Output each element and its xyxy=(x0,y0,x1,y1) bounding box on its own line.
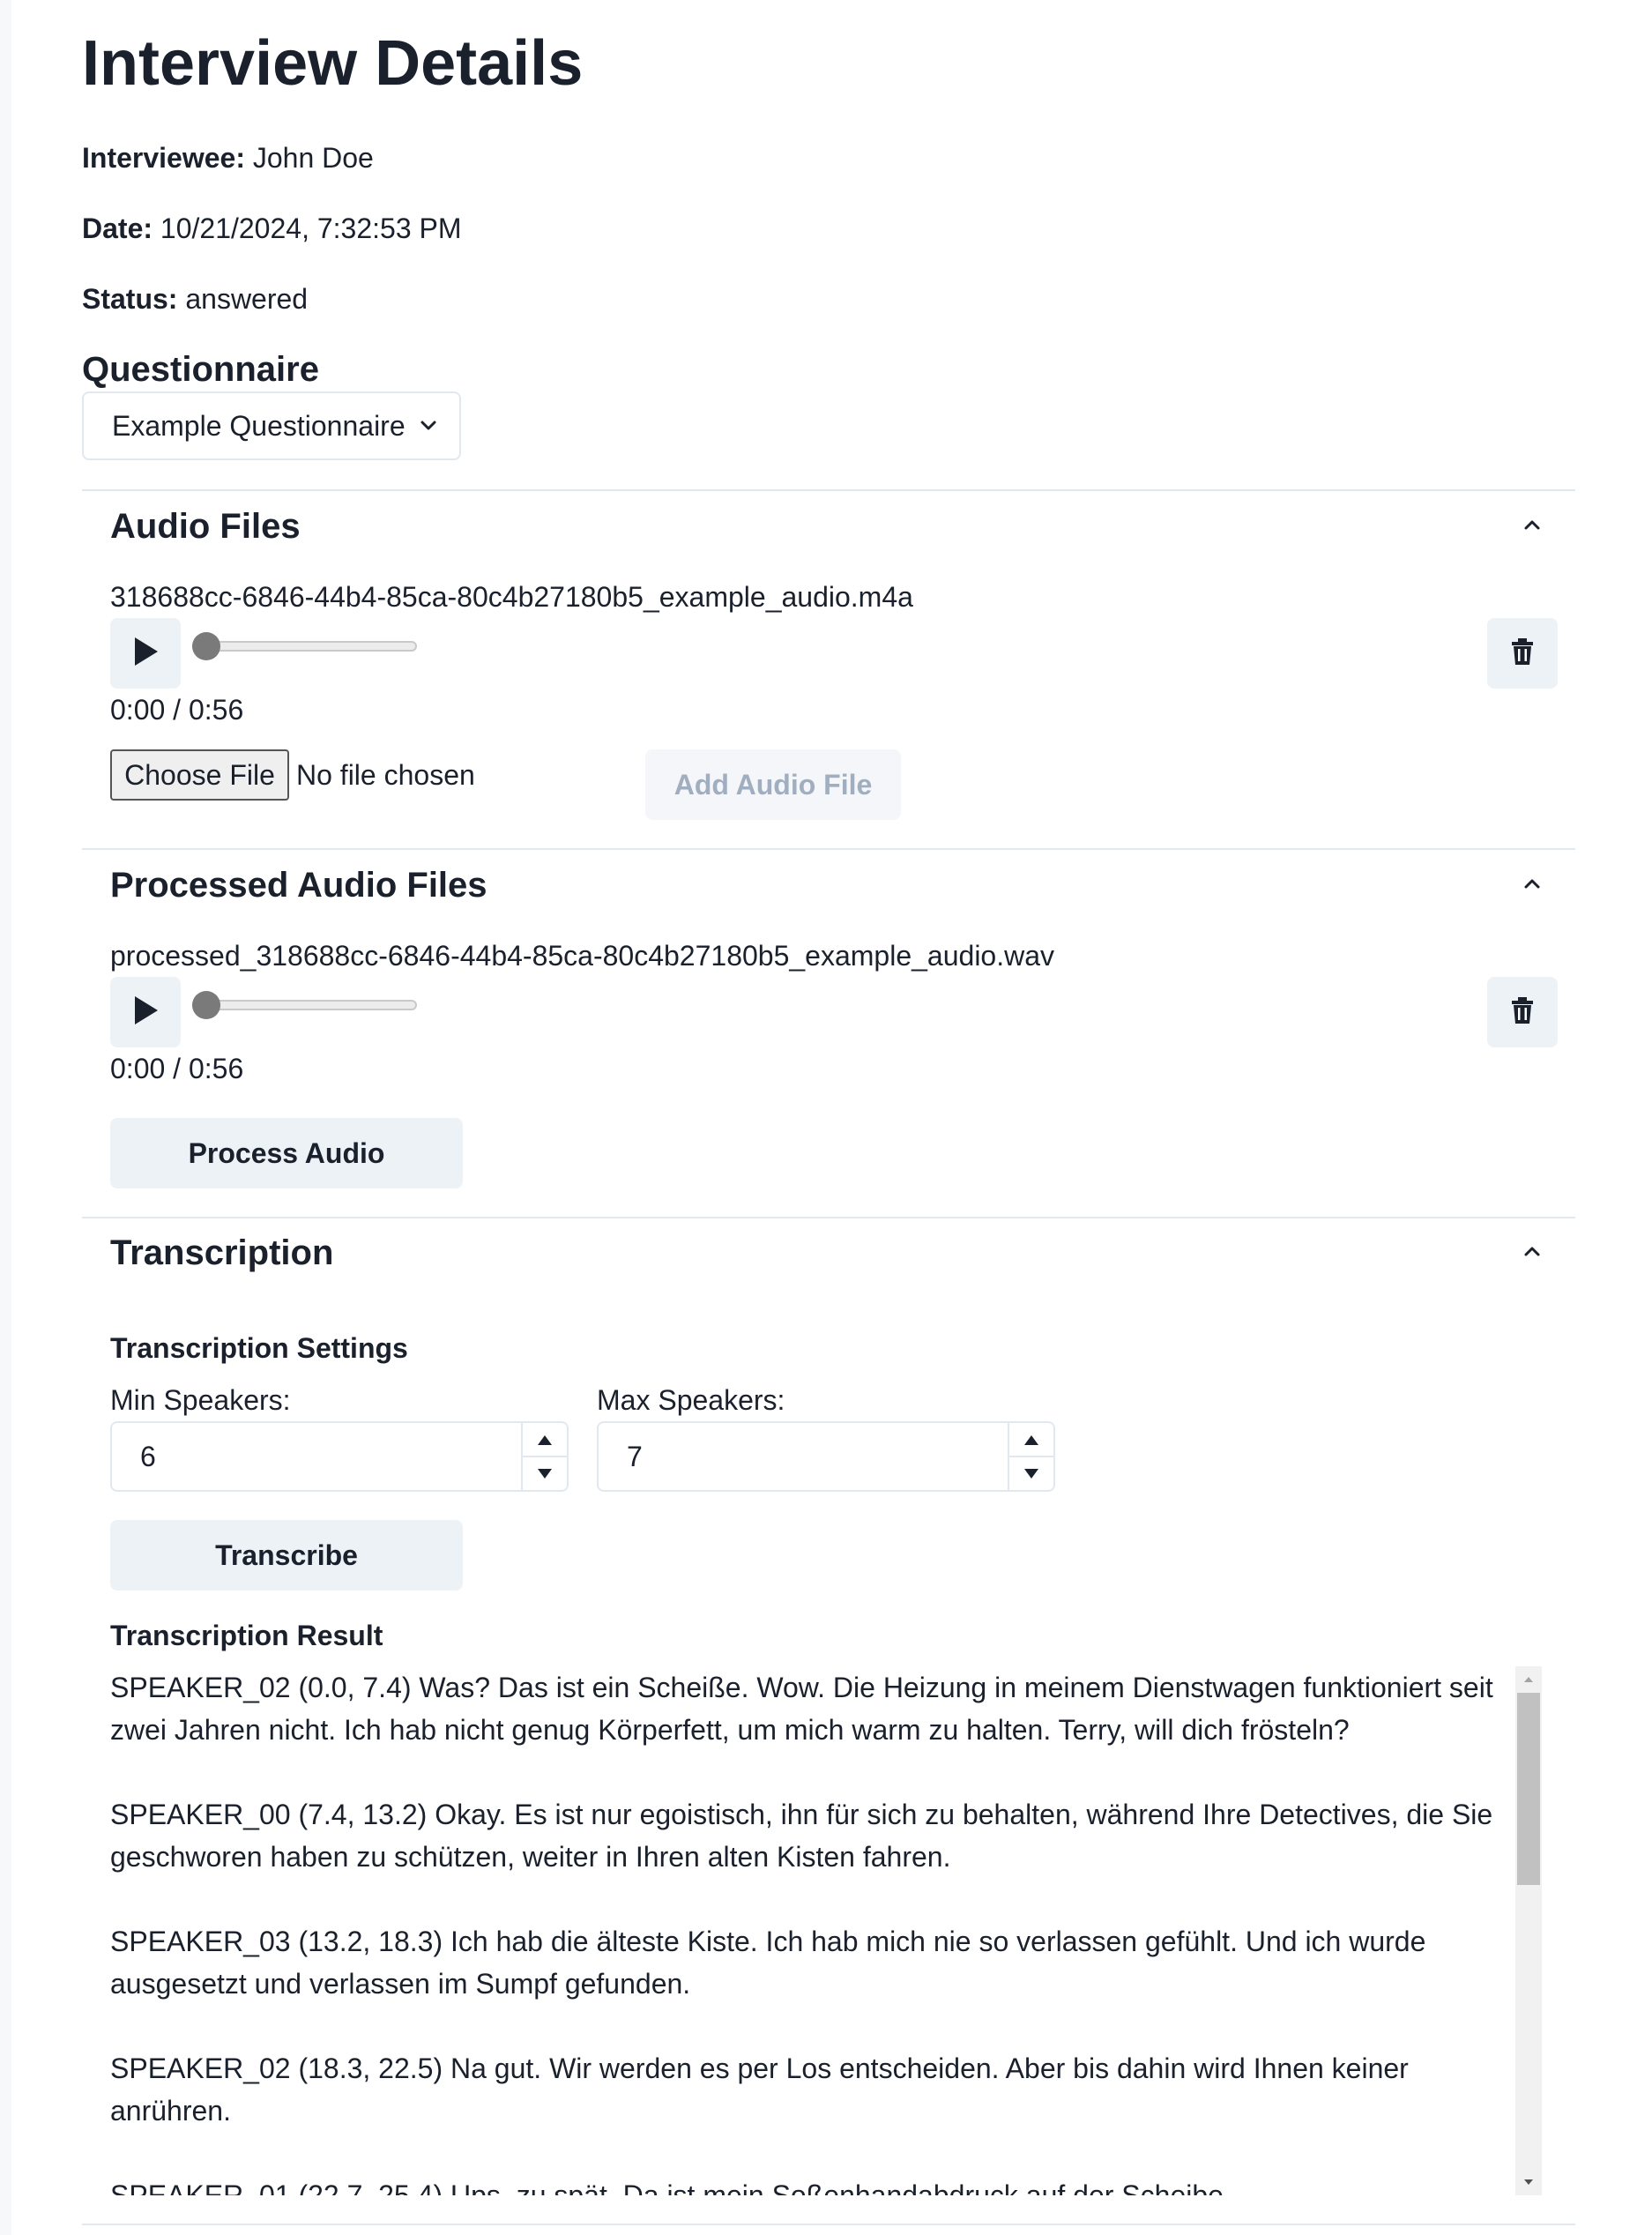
audio-file-name: 318688cc-6846-44b4-85ca-80c4b27180b5_exa… xyxy=(110,581,913,613)
max-speakers-value: 7 xyxy=(627,1441,643,1472)
min-speakers-value: 6 xyxy=(140,1441,156,1472)
section-divider xyxy=(82,1217,1575,1218)
questionnaire-label: Questionnaire xyxy=(82,350,319,389)
audio-seek-track[interactable] xyxy=(192,641,417,652)
chevron-down-icon xyxy=(420,420,437,432)
date-value: 10/21/2024, 7:32:53 PM xyxy=(160,212,462,244)
processed-audio-seek-thumb[interactable] xyxy=(192,991,220,1019)
section-divider xyxy=(82,2224,1575,2225)
audio-time: 0:00 / 0:56 xyxy=(110,694,244,726)
trash-icon xyxy=(1510,996,1535,1029)
chevron-up-icon xyxy=(1522,518,1542,535)
trash-icon xyxy=(1510,637,1535,670)
date-row: Date: 10/21/2024, 7:32:53 PM xyxy=(82,211,462,246)
chevron-up-icon xyxy=(1522,1245,1542,1262)
processed-audio-seek-track[interactable] xyxy=(192,1000,417,1010)
audio-delete-button[interactable] xyxy=(1487,618,1558,689)
transcription-scrollbar[interactable] xyxy=(1515,1666,1542,2195)
transcription-segment: SPEAKER_02 (18.3, 22.5) Na gut. Wir werd… xyxy=(110,2052,1409,2127)
audio-files-collapse-button[interactable] xyxy=(1514,509,1550,544)
status-label: Status: xyxy=(82,283,178,315)
stepper-down-icon[interactable] xyxy=(1009,1456,1053,1490)
play-icon xyxy=(131,636,160,672)
transcription-segment: SPEAKER_00 (7.4, 13.2) Okay. Es ist nur … xyxy=(110,1799,1493,1873)
min-speakers-input[interactable]: 6 xyxy=(110,1421,569,1492)
no-file-chosen-text: No file chosen xyxy=(296,759,475,791)
play-icon xyxy=(131,995,160,1031)
section-divider xyxy=(82,489,1575,491)
audio-seek-thumb[interactable] xyxy=(192,632,220,660)
processed-audio-delete-button[interactable] xyxy=(1487,977,1558,1047)
scroll-down-arrow-icon[interactable] xyxy=(1515,2171,1542,2194)
add-audio-file-button[interactable]: Add Audio File xyxy=(645,749,901,820)
questionnaire-selected-value: Example Questionnaire xyxy=(112,409,406,442)
stepper-up-icon[interactable] xyxy=(1009,1423,1053,1456)
questionnaire-select[interactable]: Example Questionnaire xyxy=(82,391,461,460)
process-audio-button[interactable]: Process Audio xyxy=(110,1118,463,1188)
transcription-title: Transcription xyxy=(110,1233,334,1272)
max-speakers-label: Max Speakers: xyxy=(597,1384,785,1416)
interviewee-value: John Doe xyxy=(252,142,374,174)
page: Interview Details Interviewee: John Doe … xyxy=(11,0,1652,2235)
min-speakers-stepper xyxy=(521,1423,567,1490)
page-title: Interview Details xyxy=(82,28,584,99)
max-speakers-input[interactable]: 7 xyxy=(597,1421,1055,1492)
date-label: Date: xyxy=(82,212,153,244)
processed-audio-play-button[interactable] xyxy=(110,977,181,1047)
stepper-down-icon[interactable] xyxy=(523,1456,567,1490)
transcription-collapse-button[interactable] xyxy=(1514,1235,1550,1270)
transcription-segment: SPEAKER_03 (13.2, 18.3) Ich hab die älte… xyxy=(110,1926,1426,2000)
audio-files-title: Audio Files xyxy=(110,507,301,546)
scrollbar-thumb[interactable] xyxy=(1517,1693,1540,1885)
chevron-up-icon xyxy=(1522,877,1542,894)
transcribe-button[interactable]: Transcribe xyxy=(110,1520,463,1591)
processed-audio-files-title: Processed Audio Files xyxy=(110,866,487,905)
interviewee-row: Interviewee: John Doe xyxy=(82,140,374,175)
stepper-up-icon[interactable] xyxy=(523,1423,567,1456)
choose-file-button[interactable]: Choose File xyxy=(110,749,289,801)
transcription-result-title: Transcription Result xyxy=(110,1620,383,1651)
scroll-up-arrow-icon[interactable] xyxy=(1515,1668,1542,1691)
interviewee-label: Interviewee: xyxy=(82,142,245,174)
max-speakers-stepper xyxy=(1008,1423,1053,1490)
transcription-result-box[interactable]: SPEAKER_02 (0.0, 7.4) Was? Das ist ein S… xyxy=(110,1666,1558,2195)
status-value: answered xyxy=(185,283,309,315)
processed-audio-file-name: processed_318688cc-6846-44b4-85ca-80c4b2… xyxy=(110,940,1055,972)
status-row: Status: answered xyxy=(82,281,308,317)
processed-audio-time: 0:00 / 0:56 xyxy=(110,1053,244,1084)
processed-audio-collapse-button[interactable] xyxy=(1514,868,1550,903)
section-divider xyxy=(82,848,1575,850)
transcription-segment: SPEAKER_01 (22.7, 25.4) Ups, zu spät. Da… xyxy=(110,2179,1232,2195)
transcription-settings-title: Transcription Settings xyxy=(110,1332,408,1364)
audio-play-button[interactable] xyxy=(110,618,181,689)
transcription-result-text: SPEAKER_02 (0.0, 7.4) Was? Das ist ein S… xyxy=(110,1666,1512,2195)
min-speakers-label: Min Speakers: xyxy=(110,1384,291,1416)
transcription-segment: SPEAKER_02 (0.0, 7.4) Was? Das ist ein S… xyxy=(110,1672,1493,1746)
